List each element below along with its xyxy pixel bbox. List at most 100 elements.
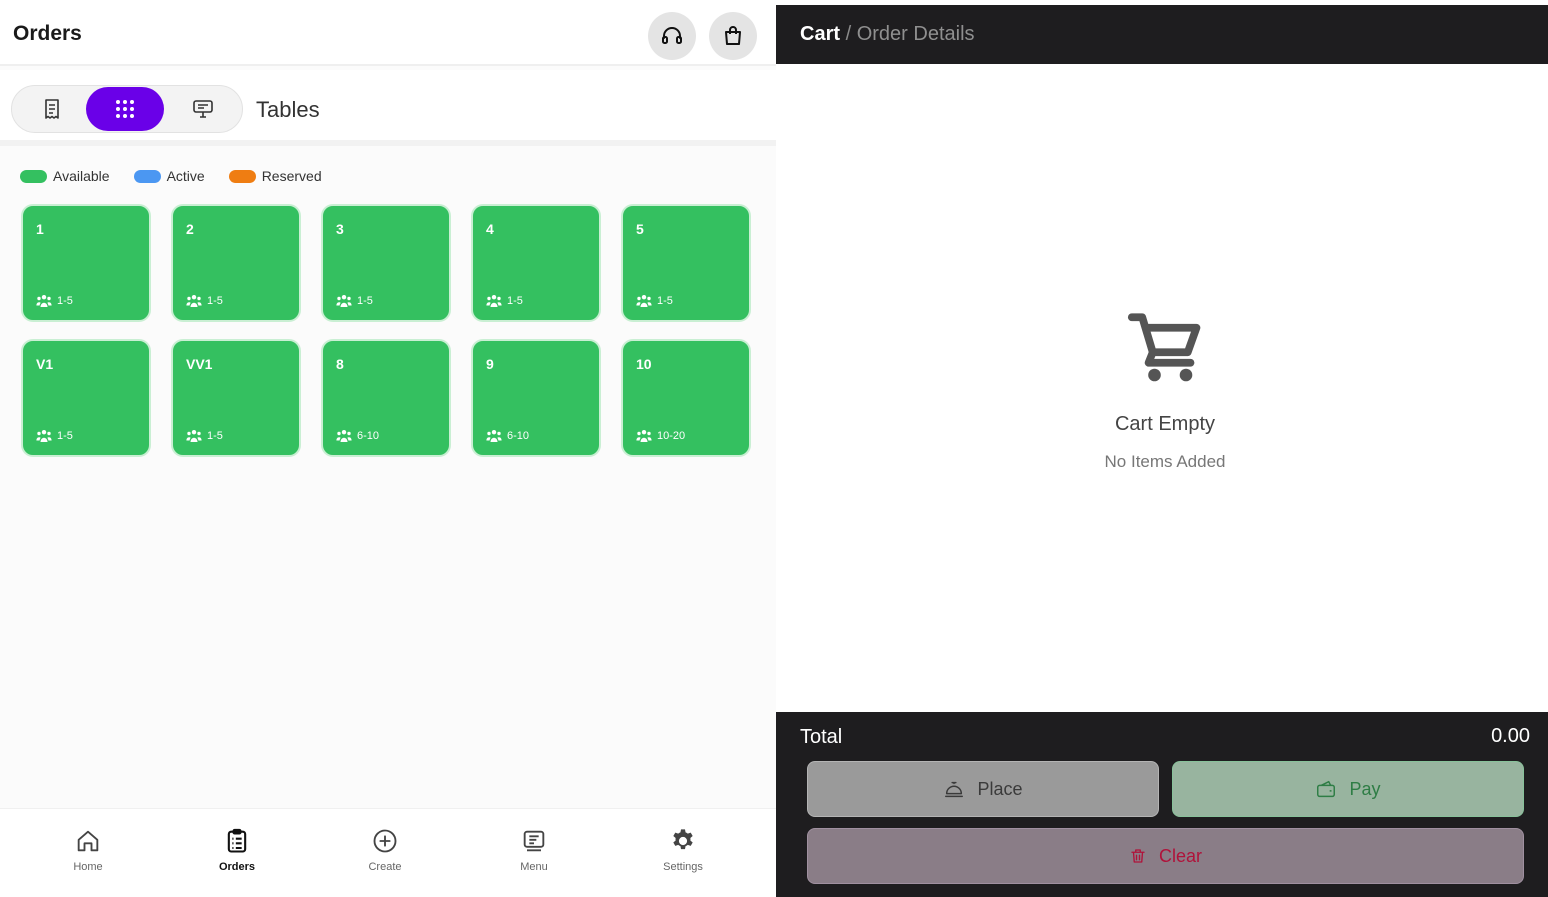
people-icon [186, 430, 202, 442]
menu-card-icon [523, 830, 545, 852]
table-capacity: 1-5 [36, 429, 73, 443]
nav-label: Home [73, 861, 103, 873]
grid-dots-icon [116, 100, 134, 118]
pay-button[interactable]: Pay [1172, 761, 1524, 817]
table-capacity-text: 1-5 [357, 295, 373, 307]
people-icon [636, 430, 652, 442]
receipt-icon [45, 99, 59, 119]
table-card[interactable]: V1 1-5 [21, 339, 151, 457]
table-name: 3 [336, 221, 344, 237]
service-bell-icon [945, 781, 964, 798]
table-name: VV1 [186, 356, 213, 372]
people-icon [486, 295, 502, 307]
table-capacity: 6-10 [336, 429, 379, 443]
support-button[interactable] [648, 12, 696, 60]
clear-button[interactable]: Clear [807, 828, 1524, 884]
table-card[interactable]: VV1 1-5 [171, 339, 301, 457]
legend-label: Available [53, 168, 110, 184]
nav-create[interactable]: Create [340, 827, 430, 873]
table-card[interactable]: 10 10-20 [621, 339, 751, 457]
table-capacity-text: 6-10 [357, 430, 380, 442]
table-name: 4 [486, 221, 494, 237]
table-capacity: 1-5 [186, 294, 223, 308]
total-label: Total [800, 726, 843, 748]
bottom-nav: Home Orders Create Menu Settings [0, 808, 776, 897]
table-name: 1 [36, 221, 44, 237]
gear-icon [673, 829, 693, 850]
table-name: 10 [636, 356, 652, 372]
people-icon [336, 295, 352, 307]
display-view-button[interactable] [164, 87, 242, 131]
table-capacity-text: 1-5 [507, 295, 523, 307]
nav-home[interactable]: Home [43, 827, 133, 873]
active-swatch [133, 169, 161, 183]
table-card[interactable]: 3 1-5 [321, 204, 451, 322]
people-icon [36, 430, 52, 442]
breadcrumb: Cart / Order Details [800, 23, 975, 46]
table-name: V1 [36, 356, 54, 372]
view-toggle [11, 85, 243, 133]
bag-button[interactable] [709, 12, 757, 60]
table-capacity: 1-5 [486, 294, 523, 308]
table-card[interactable]: 5 1-5 [621, 204, 751, 322]
breadcrumb-cart[interactable]: Cart [800, 23, 840, 45]
empty-cart: Cart Empty No Items Added [776, 305, 1548, 472]
nav-menu[interactable]: Menu [489, 827, 579, 873]
cart-header: Cart / Order Details [776, 5, 1548, 64]
pay-label: Pay [1349, 778, 1381, 799]
table-card[interactable]: 1 1-5 [21, 204, 151, 322]
table-name: 5 [636, 221, 644, 237]
table-capacity: 1-5 [336, 294, 373, 308]
orders-panel: Orders Tables Available Active Reserved … [0, 0, 776, 897]
clear-label: Clear [1158, 845, 1202, 866]
trash-icon [1131, 849, 1145, 863]
people-icon [636, 295, 652, 307]
nav-label: Settings [663, 861, 703, 873]
people-icon [36, 295, 52, 307]
table-name: 8 [336, 356, 344, 372]
view-toolbar: Tables [0, 70, 776, 146]
nav-label: Create [368, 861, 402, 873]
clipboard-icon [227, 828, 247, 853]
page-title: Orders [13, 22, 82, 45]
place-button[interactable]: Place [807, 761, 1159, 817]
table-capacity-text: 1-5 [57, 295, 73, 307]
empty-cart-title: Cart Empty [1114, 413, 1216, 435]
table-card[interactable]: 4 1-5 [471, 204, 601, 322]
reserved-swatch [228, 169, 256, 183]
table-card[interactable]: 8 6-10 [321, 339, 451, 457]
nav-label: Menu [520, 861, 548, 873]
table-capacity-text: 1-5 [207, 430, 223, 442]
cart-icon [1127, 313, 1201, 382]
cart-footer: Total 0.00 Place Pay Clear [776, 712, 1548, 897]
nav-orders[interactable]: Orders [192, 827, 282, 873]
table-capacity: 6-10 [486, 429, 529, 443]
legend-reserved: Reserved [228, 168, 322, 184]
legend-label: Reserved [261, 168, 322, 184]
people-icon [336, 430, 352, 442]
legend-active: Active [133, 168, 205, 184]
status-legend: Available Active Reserved [20, 168, 346, 184]
table-capacity-text: 1-5 [207, 295, 223, 307]
list-view-button[interactable] [13, 87, 91, 131]
home-icon [77, 830, 99, 852]
people-icon [186, 295, 202, 307]
empty-cart-subtitle: No Items Added [1104, 452, 1226, 471]
monitor-icon [193, 100, 213, 118]
tables-view-button[interactable] [86, 87, 164, 131]
cart-panel: Cart / Order Details Cart Empty No Items… [776, 0, 1548, 897]
table-name: 2 [186, 221, 194, 237]
table-capacity-text: 6-10 [507, 430, 530, 442]
table-card[interactable]: 9 6-10 [471, 339, 601, 457]
table-capacity-text: 10-20 [657, 430, 686, 442]
headset-icon [662, 27, 682, 44]
section-label: Tables [256, 97, 320, 122]
table-capacity-text: 1-5 [57, 430, 73, 442]
plus-circle-icon [373, 829, 397, 853]
legend-label: Active [166, 168, 205, 184]
table-name: 9 [486, 356, 494, 372]
breadcrumb-order-details[interactable]: Order Details [857, 23, 975, 45]
nav-settings[interactable]: Settings [638, 827, 728, 873]
table-card[interactable]: 2 1-5 [171, 204, 301, 322]
shopping-bag-icon [725, 26, 741, 45]
